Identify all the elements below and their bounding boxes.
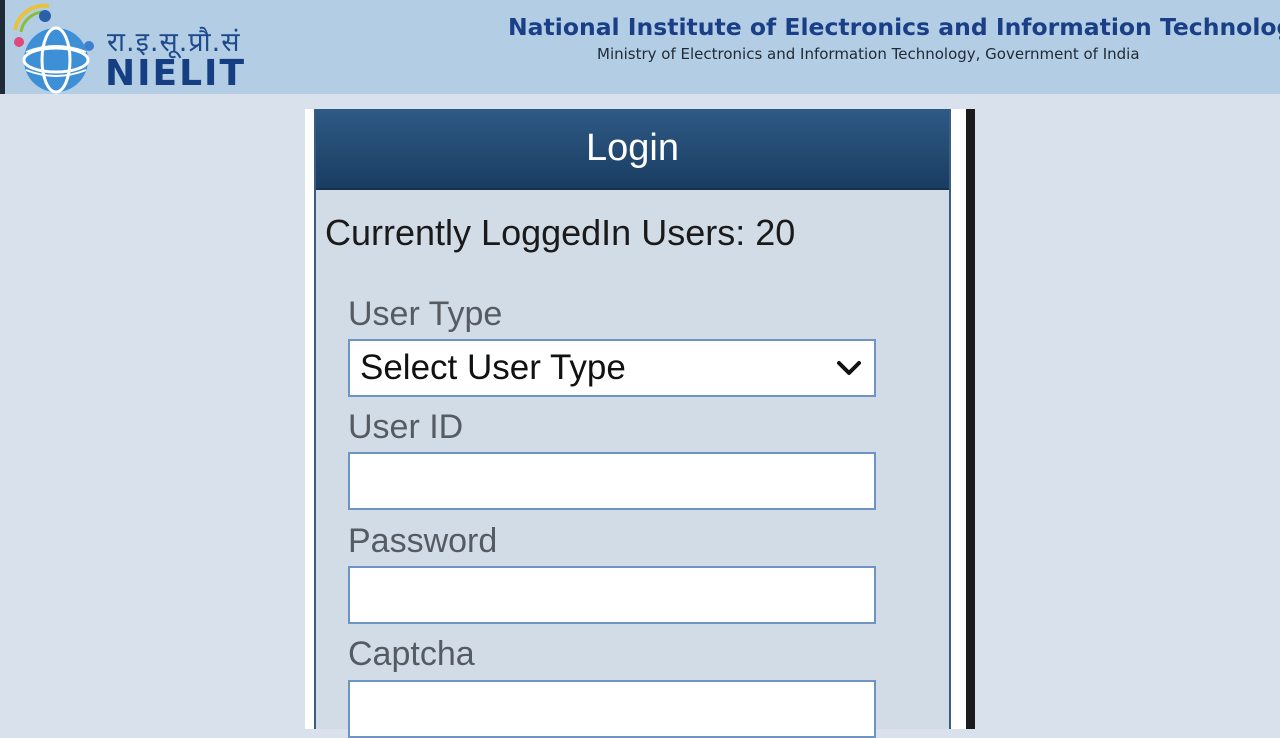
nielit-logo[interactable]: रा.इ.सू.प्रौ.सं NIELIT xyxy=(9,0,259,94)
logged-in-users-count: Currently LoggedIn Users: 20 xyxy=(325,212,796,253)
login-title: Login xyxy=(316,109,949,190)
org-subtitle: Ministry of Electronics and Information … xyxy=(597,45,1140,63)
login-panel: Login Currently LoggedIn Users: 20 User … xyxy=(314,109,951,738)
user-id-label: User ID xyxy=(348,408,464,446)
nielit-logo-icon xyxy=(13,3,94,94)
logo-text: NIELIT xyxy=(105,53,247,94)
user-type-select[interactable]: Select User Type xyxy=(348,339,876,397)
captcha-input[interactable] xyxy=(348,680,876,738)
captcha-label: Captcha xyxy=(348,635,475,673)
user-type-label: User Type xyxy=(348,295,503,333)
chevron-down-icon xyxy=(837,361,861,375)
user-type-selected-value: Select User Type xyxy=(360,348,626,387)
password-label: Password xyxy=(348,522,498,560)
site-header: रा.इ.सू.प्रौ.सं NIELIT National Institut… xyxy=(0,0,1280,94)
password-input[interactable] xyxy=(348,566,876,624)
org-title: National Institute of Electronics and In… xyxy=(508,13,1280,41)
user-id-input[interactable] xyxy=(348,452,876,510)
panel-divider xyxy=(966,109,975,729)
